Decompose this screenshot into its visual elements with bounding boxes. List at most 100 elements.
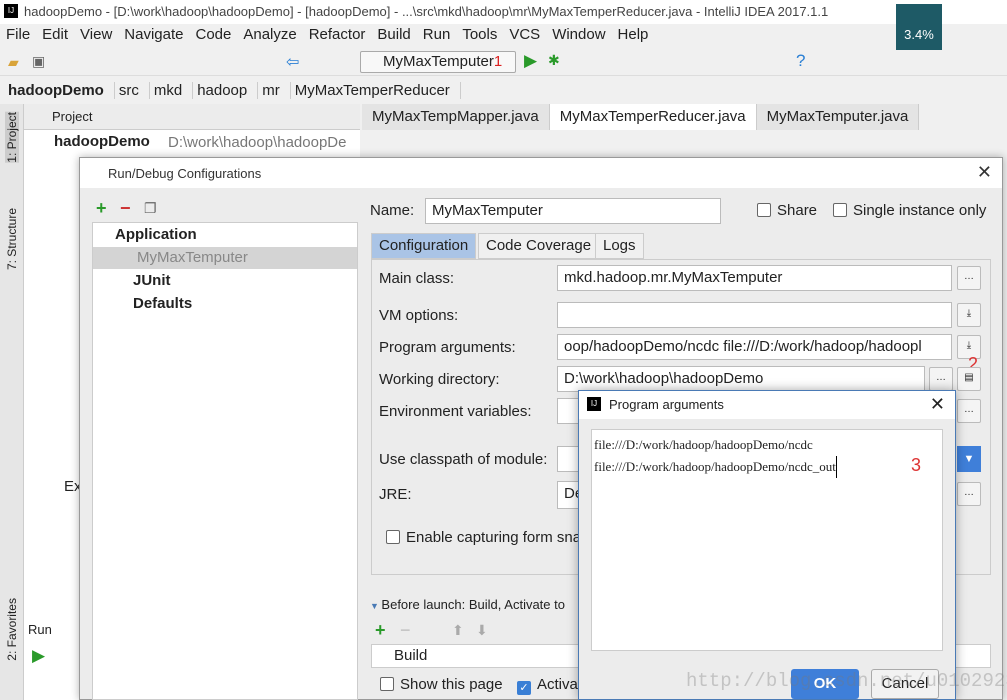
argument-line: file:///D:/work/hadoop/hadoopDemo/ncdc	[594, 437, 813, 452]
remove-task-icon[interactable]: −	[400, 620, 411, 641]
menu-file[interactable]: File	[0, 24, 36, 48]
favorites-tool-tab[interactable]: 2: Favorites	[5, 598, 19, 661]
structure-tool-tab[interactable]: 7: Structure	[5, 208, 19, 270]
menu-code[interactable]: Code	[189, 24, 237, 48]
tab-configuration[interactable]: Configuration	[371, 233, 477, 259]
menu-analyze[interactable]: Analyze	[237, 24, 302, 48]
crumb-hadoop[interactable]: hadoop	[197, 81, 259, 99]
tree-item-label: MyMaxTemputer	[137, 249, 248, 266]
project-root-path: D:\work\hadoop\hadoopDe	[168, 134, 347, 151]
vm-options-input[interactable]	[557, 302, 952, 328]
argument-line: file:///D:/work/hadoop/hadoopDemo/ncdc_o…	[594, 456, 837, 478]
tree-junit[interactable]: JUnit	[133, 272, 171, 289]
debug-icon[interactable]: ✱	[548, 52, 560, 69]
working-directory-label: Working directory:	[379, 371, 500, 388]
browse-class-button[interactable]: …	[957, 266, 981, 290]
show-page-label: Show this page	[400, 676, 503, 693]
rerun-icon[interactable]: ▶	[32, 646, 45, 666]
menu-help[interactable]: Help	[612, 24, 655, 48]
crumb-project[interactable]: hadoopDemo	[8, 81, 115, 99]
crumb-src[interactable]: src	[119, 81, 150, 99]
classpath-module-label: Use classpath of module:	[379, 451, 548, 468]
program-arguments-label: Program arguments:	[379, 339, 516, 356]
move-down-icon[interactable]: ⬇	[476, 622, 488, 639]
cpu-usage-badge: 3.4%	[896, 4, 942, 50]
single-instance-checkbox[interactable]: Single instance only	[833, 202, 986, 219]
vm-options-label: VM options:	[379, 307, 459, 324]
tab-mapper[interactable]: MyMaxTempMapper.java	[362, 104, 550, 130]
build-task-label: Build	[394, 647, 428, 664]
before-launch-label: Before launch: Build, Activate to	[381, 597, 565, 612]
run-config-select[interactable]: MyMaxTemputer1	[360, 51, 516, 73]
capture-checkbox[interactable]: Enable capturing form sna	[386, 529, 581, 546]
jre-label: JRE:	[379, 486, 412, 503]
arguments-textarea[interactable]: file:///D:/work/hadoop/hadoopDemo/ncdc f…	[591, 429, 943, 651]
program-arguments-input[interactable]: oop/hadoopDemo/ncdc file:///D:/work/hado…	[557, 334, 952, 360]
move-up-icon[interactable]: ⬆	[452, 622, 464, 639]
name-input[interactable]: MyMaxTemputer	[425, 198, 721, 224]
menu-tools[interactable]: Tools	[456, 24, 503, 48]
activate-checkbox[interactable]: ✓ Activa	[517, 676, 578, 695]
project-root[interactable]: hadoopDemo	[54, 133, 150, 150]
run-config-label: MyMaxTemputer	[383, 53, 494, 70]
name-label: Name:	[370, 202, 415, 219]
browse-jre-button[interactable]: …	[957, 482, 981, 506]
capture-label: Enable capturing form sna	[406, 529, 582, 546]
share-checkbox[interactable]: Share	[757, 202, 817, 219]
tab-temputer[interactable]: MyMaxTemputer.java	[756, 104, 920, 130]
add-task-icon[interactable]: +	[375, 620, 386, 641]
menu-build[interactable]: Build	[371, 24, 416, 48]
before-launch-toggle[interactable]: ▼ Before launch: Build, Activate to	[370, 597, 565, 612]
main-class-input[interactable]: mkd.hadoop.mr.MyMaxTemputer	[557, 265, 952, 291]
args-dialog-title-bar: Program arguments IJ ✕	[579, 391, 955, 419]
back-icon[interactable]: ⇦	[286, 52, 299, 72]
add-config-icon[interactable]: +	[96, 198, 107, 219]
main-class-label: Main class:	[379, 270, 455, 287]
browse-directory-button[interactable]: …	[929, 367, 953, 391]
tree-defaults[interactable]: Defaults	[133, 295, 192, 312]
remove-config-icon[interactable]: −	[120, 198, 131, 219]
macro-icon[interactable]: ▤	[957, 367, 981, 391]
tree-item-selected[interactable]: MyMaxTemputer	[93, 247, 357, 269]
config-tree: Application MyMaxTemputer JUnit Defaults	[92, 222, 358, 700]
menu-view[interactable]: View	[74, 24, 118, 48]
tab-logs[interactable]: Logs	[595, 233, 644, 259]
tree-application[interactable]: Application	[115, 226, 197, 243]
edit-env-button[interactable]: …	[957, 399, 981, 423]
show-page-checkbox[interactable]: Show this page	[380, 676, 503, 693]
annotation-marker: 1	[493, 53, 503, 70]
crumb-mkd[interactable]: mkd	[154, 81, 194, 99]
intellij-icon: IJ	[587, 397, 601, 411]
tab-code-coverage[interactable]: Code Coverage	[478, 233, 600, 259]
working-directory-input[interactable]: D:\work\hadoop\hadoopDemo	[557, 366, 925, 392]
open-icon[interactable]: ▰	[8, 54, 19, 71]
close-icon[interactable]: ✕	[977, 162, 992, 183]
menu-vcs[interactable]: VCS	[503, 24, 546, 48]
dialog-title-bar: Run/Debug Configurations ✕	[80, 158, 1002, 188]
args-dialog-title: Program arguments	[609, 397, 724, 412]
menu-edit[interactable]: Edit	[36, 24, 74, 48]
project-tool-tab[interactable]: 1: Project	[5, 112, 19, 163]
window-title: hadoopDemo - [D:\work\hadoop\hadoopDemo]…	[24, 4, 829, 19]
menu-refactor[interactable]: Refactor	[303, 24, 372, 48]
copy-config-icon[interactable]: ❐	[144, 200, 157, 217]
environment-variables-label: Environment variables:	[379, 403, 532, 420]
save-icon[interactable]: ▣	[32, 53, 45, 70]
menu-run[interactable]: Run	[417, 24, 457, 48]
help-icon[interactable]: ?	[796, 51, 805, 71]
crumb-mr[interactable]: mr	[262, 81, 291, 99]
menu-window[interactable]: Window	[546, 24, 611, 48]
crumb-class[interactable]: MyMaxTemperReducer	[295, 81, 461, 99]
watermark: http://blog.csdn.net/u010292372	[686, 670, 1007, 692]
tab-reducer[interactable]: MyMaxTemperReducer.java	[549, 104, 757, 130]
menu-navigate[interactable]: Navigate	[118, 24, 189, 48]
run-icon[interactable]: ▶	[524, 51, 537, 71]
chevron-down-icon[interactable]: ▼	[957, 446, 981, 472]
project-view-select[interactable]: Project	[52, 109, 92, 124]
project-panel-header: Project	[24, 104, 360, 130]
run-panel-tab[interactable]: Run	[28, 622, 52, 637]
dialog-title: Run/Debug Configurations	[108, 166, 262, 181]
breadcrumb: hadoopDemo src mkd hadoop mr MyMaxTemper…	[0, 78, 461, 102]
close-icon[interactable]: ✕	[930, 394, 945, 415]
expand-vm-icon[interactable]: ⤓	[957, 303, 981, 327]
